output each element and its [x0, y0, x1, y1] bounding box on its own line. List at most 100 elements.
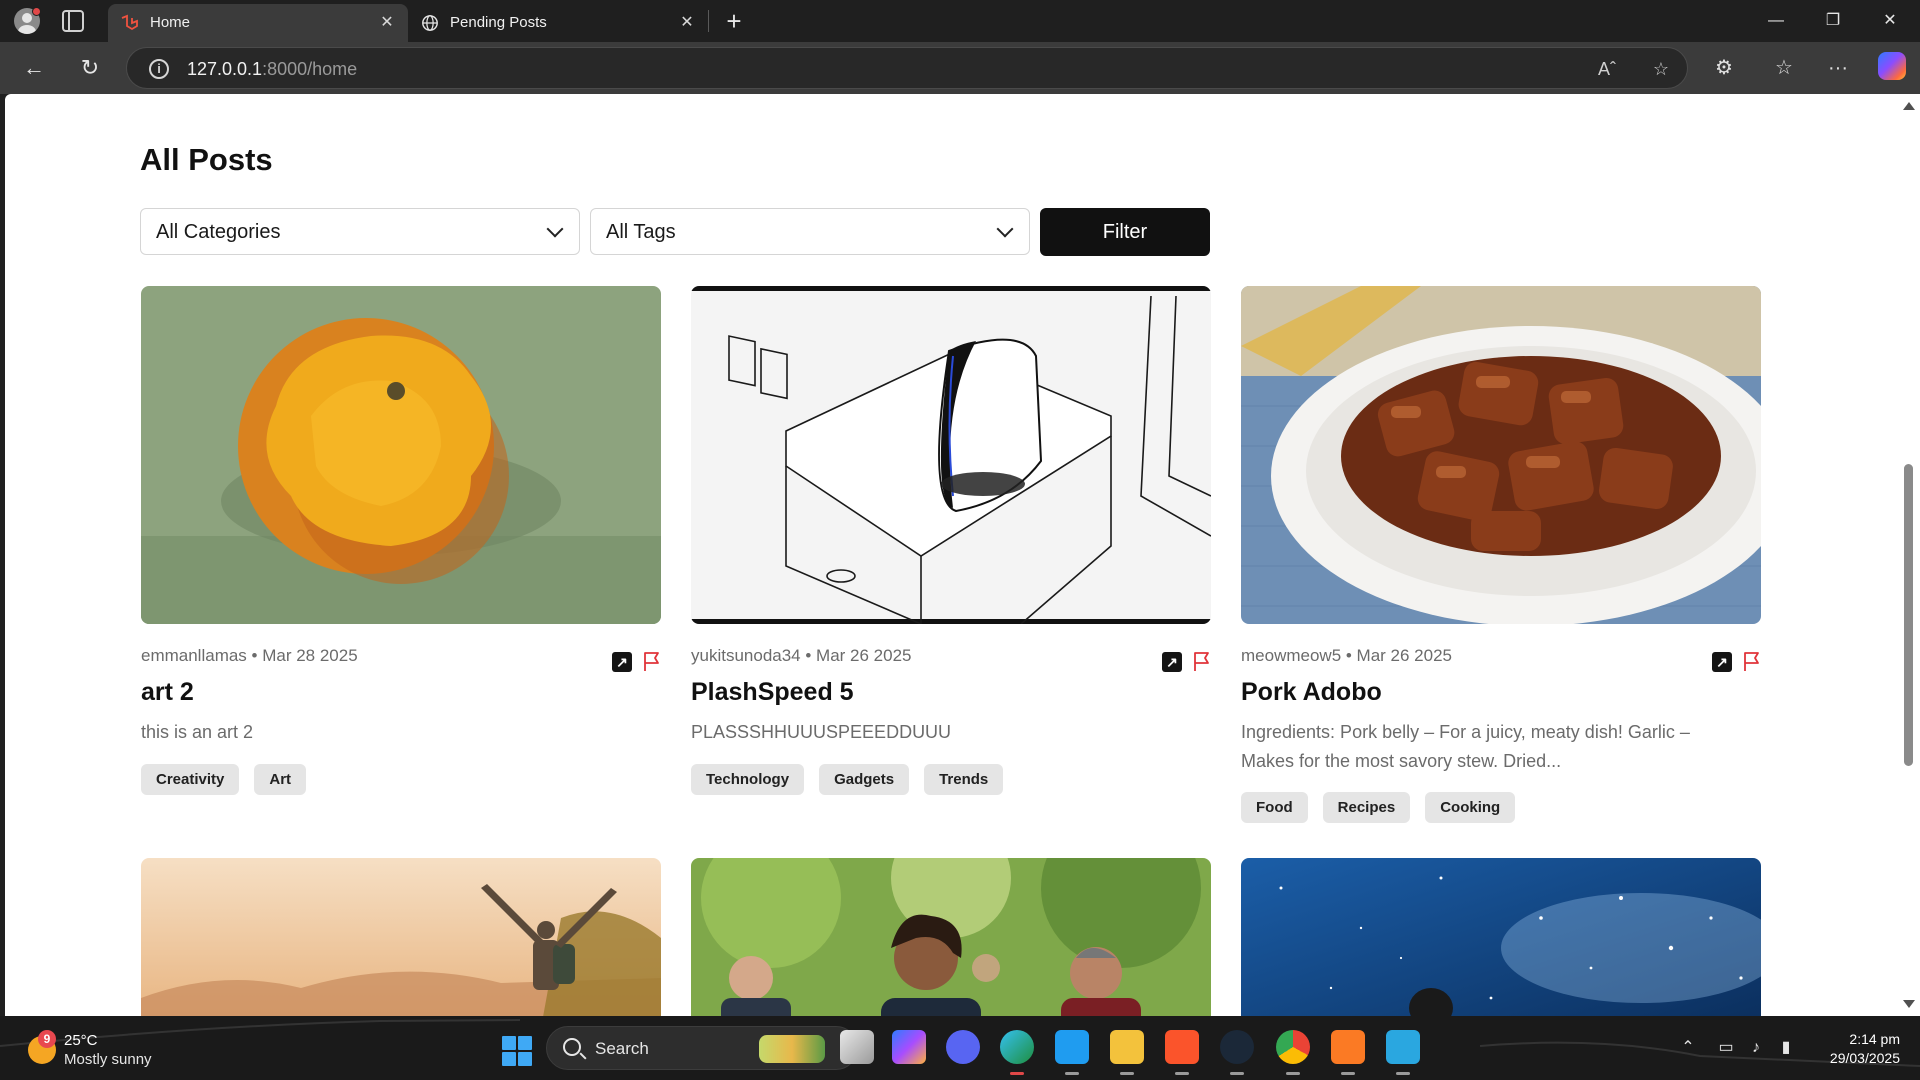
tab-pending-posts[interactable]: Pending Posts ✕ [408, 4, 708, 42]
post-meta: meowmeow5 • Mar 26 2025 [1241, 646, 1452, 665]
open-external-icon[interactable]: ↗ [1162, 652, 1182, 672]
post-title[interactable]: art 2 [141, 678, 194, 707]
post-meta: yukitsunoda34 • Mar 26 2025 [691, 646, 912, 665]
chrome-icon[interactable] [1276, 1030, 1310, 1075]
post-title[interactable]: Pork Adobo [1241, 678, 1382, 707]
site-info-icon[interactable]: i [149, 59, 169, 79]
chevron-down-icon [546, 220, 564, 238]
volume-icon[interactable]: ♪ [1744, 1036, 1768, 1060]
xampp-icon[interactable] [1331, 1030, 1365, 1075]
post-image[interactable] [141, 858, 661, 1016]
back-icon[interactable]: ← [18, 52, 50, 84]
system-clock[interactable]: 2:14 pm 29/03/2025 [1810, 1030, 1900, 1068]
post-description: PLASSSHHUUUSPEEEDDUUU [691, 722, 952, 742]
scroll-down-icon[interactable] [1903, 1000, 1915, 1008]
tab-title: Home [150, 14, 191, 31]
post-tags: Food Recipes Cooking [1241, 792, 1516, 823]
close-tab-icon[interactable]: ✕ [676, 12, 698, 34]
report-flag-icon[interactable] [643, 650, 661, 672]
task-view-icon[interactable] [840, 1030, 874, 1064]
windows-start-icon[interactable] [502, 1036, 532, 1066]
post-card[interactable]: emmanllamas • Mar 28 2025 ↗ art 2 this i… [141, 286, 661, 795]
vscode-icon[interactable] [1055, 1030, 1089, 1075]
taskbar: 9 25°C Mostly sunny Search ⌃ ▭ ♪ ▮ 2:14 … [0, 1016, 1920, 1080]
tag-chip[interactable]: Food [1241, 792, 1308, 823]
favorites-icon[interactable]: ☆ [1768, 52, 1800, 84]
brave-icon[interactable] [1165, 1030, 1199, 1075]
post-card[interactable]: yukitsunoda34 • Mar 26 2025 ↗ PlashSpeed… [691, 286, 1211, 795]
edge-icon[interactable] [1000, 1030, 1034, 1075]
tag-select[interactable]: All Tags [590, 208, 1030, 255]
minimize-icon[interactable]: — [1749, 0, 1803, 42]
page-scrollbar[interactable] [1897, 94, 1920, 1016]
search-label: Search [595, 1039, 649, 1058]
search-highlight-image [759, 1035, 825, 1063]
tab-actions-icon[interactable] [62, 10, 84, 32]
category-select[interactable]: All Categories [140, 208, 580, 255]
post-card[interactable] [1241, 858, 1761, 1016]
post-card[interactable] [691, 858, 1211, 1016]
scrollbar-thumb[interactable] [1904, 464, 1913, 766]
file-explorer-icon[interactable] [1110, 1030, 1144, 1075]
tag-chip[interactable]: Cooking [1425, 792, 1516, 823]
copilot-icon[interactable] [1878, 52, 1906, 80]
open-external-icon[interactable]: ↗ [612, 652, 632, 672]
new-tab-icon[interactable]: + [720, 8, 748, 36]
tab-home[interactable]: Home ✕ [108, 4, 408, 42]
url-text[interactable]: 127.0.0.1:8000/home [187, 59, 357, 80]
more-menu-icon[interactable]: ··· [1822, 52, 1854, 84]
browser-titlebar: Home ✕ Pending Posts ✕ + — ❐ ✕ [0, 0, 1920, 42]
steam-icon[interactable] [1220, 1030, 1254, 1075]
profile-avatar[interactable] [12, 6, 44, 36]
address-bar[interactable]: i 127.0.0.1:8000/home Aˆ ☆ [126, 47, 1688, 89]
post-card[interactable]: meowmeow5 • Mar 26 2025 ↗ Pork Adobo Ing… [1241, 286, 1761, 823]
weather-temp: 25°C [64, 1032, 98, 1049]
post-tags: Creativity Art [141, 764, 307, 795]
filter-button[interactable]: Filter [1040, 208, 1210, 256]
restore-icon[interactable]: ❐ [1806, 0, 1860, 42]
weather-text[interactable]: 25°C Mostly sunny [64, 1031, 152, 1069]
weather-desc: Mostly sunny [64, 1051, 152, 1068]
read-aloud-icon[interactable]: Aˆ [1595, 57, 1619, 81]
browser-toolbar: ← ↻ i 127.0.0.1:8000/home Aˆ ☆ ⚙ ☆ ··· [0, 42, 1920, 94]
tag-chip[interactable]: Creativity [141, 764, 240, 795]
scroll-up-icon[interactable] [1903, 102, 1915, 110]
chevron-up-icon[interactable]: ⌃ [1676, 1036, 1700, 1060]
post-title[interactable]: PlashSpeed 5 [691, 678, 854, 707]
report-flag-icon[interactable] [1743, 650, 1761, 672]
tag-chip[interactable]: Gadgets [819, 764, 910, 795]
post-image[interactable] [141, 286, 661, 624]
post-tags: Technology Gadgets Trends [691, 764, 1004, 795]
network-icon[interactable]: ▭ [1714, 1036, 1738, 1060]
discord-icon[interactable] [946, 1030, 980, 1064]
page-title: All Posts [140, 142, 273, 177]
extensions-icon[interactable]: ⚙ [1708, 52, 1740, 84]
post-description: this is an art 2 [141, 722, 254, 742]
close-window-icon[interactable]: ✕ [1863, 0, 1917, 42]
battery-icon[interactable]: ▮ [1774, 1036, 1798, 1060]
page-viewport: All Posts All Categories All Tags Filter… [5, 94, 1897, 1016]
taskbar-search[interactable]: Search [546, 1026, 858, 1070]
post-image[interactable] [1241, 286, 1761, 624]
search-icon [563, 1038, 581, 1056]
post-image[interactable] [1241, 858, 1761, 1016]
tag-chip[interactable]: Art [254, 764, 307, 795]
clock-time: 2:14 pm [1849, 1031, 1900, 1047]
tag-select-value: All Tags [606, 221, 676, 243]
weather-widget[interactable]: 9 [26, 1030, 66, 1070]
tag-chip[interactable]: Trends [924, 764, 1004, 795]
tag-chip[interactable]: Recipes [1322, 792, 1411, 823]
tag-chip[interactable]: Technology [691, 764, 805, 795]
post-image[interactable] [691, 286, 1211, 624]
open-external-icon[interactable]: ↗ [1712, 652, 1732, 672]
notepad-icon[interactable] [1386, 1030, 1420, 1075]
favorite-star-icon[interactable]: ☆ [1649, 57, 1673, 81]
report-flag-icon[interactable] [1193, 650, 1211, 672]
post-image[interactable] [691, 858, 1211, 1016]
post-card[interactable] [141, 858, 661, 1016]
close-tab-icon[interactable]: ✕ [376, 12, 398, 34]
copilot-app-icon[interactable] [892, 1030, 926, 1064]
reload-icon[interactable]: ↻ [74, 52, 106, 84]
post-meta: emmanllamas • Mar 28 2025 [141, 646, 358, 665]
post-description: Ingredients: Pork belly – For a juicy, m… [1241, 722, 1690, 771]
